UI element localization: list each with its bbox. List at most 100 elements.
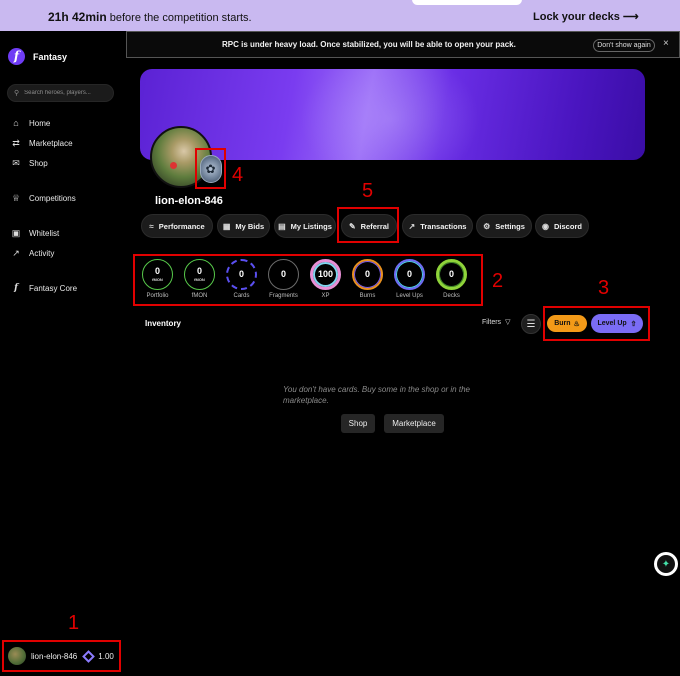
home-icon: ⌂ [13,118,19,128]
gift-icon: ▣ [11,228,21,238]
sidebar-item-label: Activity [29,249,55,258]
sidebar-item-label: Marketplace [29,139,73,148]
sidebar-item-home[interactable]: ⌂ Home [11,118,50,128]
stat-value: 0 [448,269,454,279]
tab-performance[interactable]: ≈ Performance [141,214,213,238]
stat-fmon[interactable]: 0 fMON fMON [183,259,216,299]
tab-my-listings[interactable]: ▤ My Listings [274,214,336,238]
user-profile-chip[interactable]: lion-elon-846 1.00 [2,640,121,672]
sidebar-item-competitions[interactable]: ♕ Competitions [11,193,76,204]
sidebar: f Fantasy ⚲ ⌂ Home ⇄ Marketplace ✉ Shop … [0,31,126,676]
stat-ring: 0 fMON [184,259,215,290]
top-pill [412,0,522,5]
shop-button[interactable]: Shop [341,414,375,433]
stat-burns[interactable]: 0 Burns [351,259,384,299]
marketplace-button[interactable]: Marketplace [384,414,444,433]
dont-show-again-button[interactable]: Don't show again [593,39,655,52]
burn-button[interactable]: Burn ♨ [547,315,587,332]
user-balance: 1.00 [98,651,114,661]
search-icon: ⚲ [14,90,20,97]
sidebar-item-shop[interactable]: ✉ Shop [11,158,48,169]
stat-xp[interactable]: 100 XP [309,259,342,299]
sidebar-item-activity[interactable]: ↗ Activity [11,248,54,259]
stat-value: 0 [364,269,370,279]
stat-value: 0 [238,269,244,279]
close-icon[interactable]: × [663,38,669,49]
notice-message: RPC is under heavy load. Once stabilized… [222,40,516,49]
tab-transactions[interactable]: ↗ Transactions [402,214,473,238]
wifi-icon: ≈ [149,221,154,231]
user-name: lion-elon-846 [31,651,78,661]
tab-label: My Bids [235,221,265,231]
tab-discord[interactable]: ◉ Discord [535,214,589,238]
stat-ring: 0 [436,259,467,290]
level-up-button[interactable]: Level Up ⇧ [591,314,643,333]
burn-label: Burn [554,320,571,327]
stat-ring: 0 [352,259,383,290]
stat-portfolio[interactable]: 0 fMON Portfolio [141,259,174,299]
sidebar-item-whitelist[interactable]: ▣ Whitelist [11,228,60,239]
lock-decks-link[interactable]: Lock your decks ⟶ [533,10,639,23]
trend-icon: ↗ [408,221,416,231]
gear-icon: ⚙ [483,221,491,231]
tab-label: My Listings [290,221,332,231]
inventory-title: Inventory [145,319,182,328]
stat-value: 0 [406,269,412,279]
filters-button[interactable]: Filters ▽ [482,318,510,327]
stat-ring: 0 [226,259,257,290]
stat-ring: 100 [310,259,341,290]
countdown-time: 21h 42min [48,10,107,24]
sidebar-item-label: Shop [29,159,48,168]
trend-icon: ↗ [12,248,20,258]
layers-icon[interactable]: ☰ [521,314,541,334]
swap-icon: ⇄ [12,138,20,148]
profile-username: lion-elon-846 [155,195,223,207]
stat-value: 100 [317,269,334,279]
stat-fragments[interactable]: 0 Fragments [267,259,300,299]
stat-ring: 0 fMON [142,259,173,290]
stat-unit: fMON [194,277,205,282]
stat-value: 0 [154,266,160,276]
stat-ring: 0 [394,259,425,290]
shield-icon: ✿ [199,154,222,183]
trophy-icon: ♕ [11,193,21,203]
assistant-button[interactable]: ✦ [654,552,678,576]
annotation-4: 4 [232,164,244,186]
stat-label: Decks [443,293,460,299]
sidebar-item-label: Home [29,118,51,128]
sidebar-item-marketplace[interactable]: ⇄ Marketplace [11,138,73,149]
stat-unit: fMON [152,277,163,282]
sidebar-item-label: Fantasy Core [29,283,78,293]
notice-banner: RPC is under heavy load. Once stabilized… [126,31,680,58]
list-icon: ▤ [278,221,286,231]
referral-highlight [337,207,399,243]
brand-name: Fantasy [33,51,68,62]
stat-value: 0 [196,266,202,276]
filters-label: Filters [482,318,502,326]
stat-cards[interactable]: 0 Cards [225,259,258,299]
profile-badge[interactable]: ✿ [195,148,226,189]
annotation-3: 3 [598,277,610,299]
stat-decks[interactable]: 0 Decks [435,259,468,299]
flame-icon: ♨ [573,320,580,328]
profile-cover [140,69,645,160]
stat-level-ups[interactable]: 0 Level Ups [393,259,426,299]
sidebar-item-fantasy-core[interactable]: f Fantasy Core [11,283,77,293]
stat-ring: 0 [268,259,299,290]
search-box[interactable]: ⚲ [7,84,114,102]
annotation-2: 2 [492,270,504,292]
tab-label: Performance [158,221,205,231]
tab-my-bids[interactable]: ▦ My Bids [217,214,270,238]
arrow-up-icon: ⇧ [630,320,637,328]
brand[interactable]: f Fantasy [8,48,67,65]
avatar-detail [170,162,177,169]
search-input[interactable] [24,90,113,96]
empty-inventory-message: You don't have cards. Buy some in the sh… [283,385,470,405]
sidebar-item-label: Competitions [29,194,76,203]
mail-icon: ✉ [12,158,20,168]
stat-value: 0 [280,269,286,279]
annotation-5: 5 [362,180,374,202]
tab-settings[interactable]: ⚙ Settings [476,214,532,238]
discord-icon: ◉ [542,221,550,231]
fantasy-logo-icon: f [8,48,25,65]
